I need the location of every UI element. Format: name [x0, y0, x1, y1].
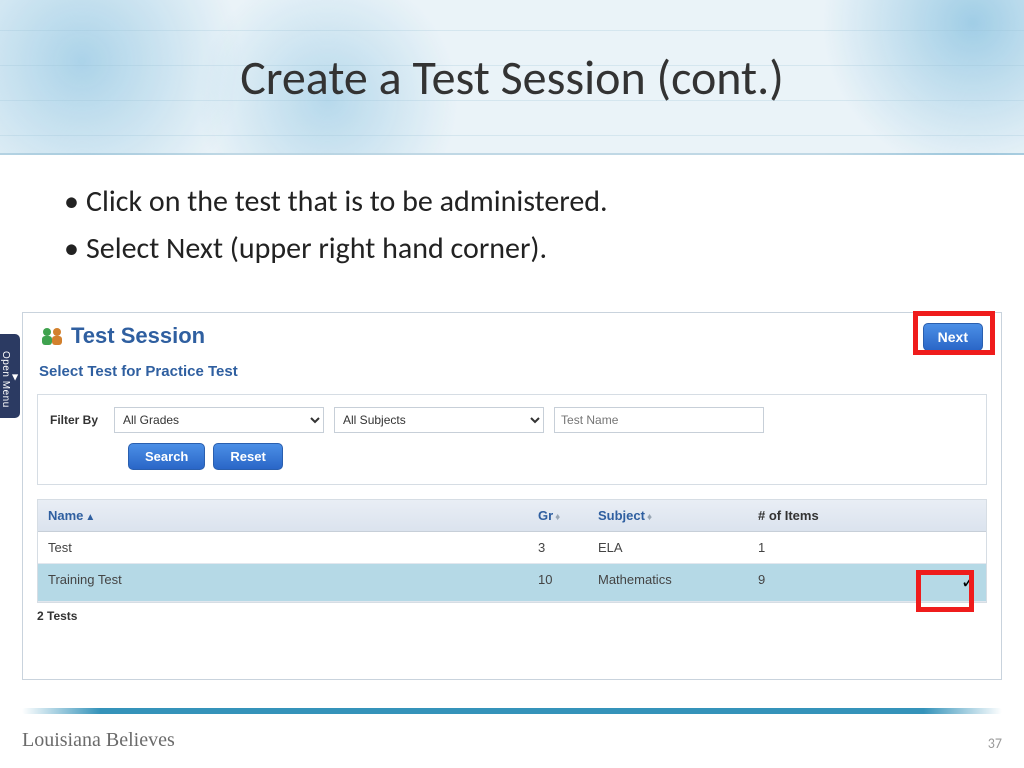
col-header-name[interactable]: Name▲ [38, 500, 528, 531]
next-highlight-box [913, 311, 995, 355]
check-highlight-box [916, 570, 974, 612]
reset-button[interactable]: Reset [213, 443, 282, 470]
table-row[interactable]: Training Test 10 Mathematics 9 ✓ [38, 564, 986, 602]
test-name-input[interactable] [554, 407, 764, 433]
bullet-list: Click on the test that is to be administ… [60, 183, 964, 267]
cell-gr: 3 [528, 532, 588, 563]
cell-name: Test [38, 532, 528, 563]
filter-by-label: Filter By [50, 413, 98, 427]
slide-header-bg: Create a Test Session (cont.) [0, 0, 1024, 155]
filter-panel: Filter By All Grades All Subjects Search… [37, 394, 987, 485]
filter-row: Filter By All Grades All Subjects [50, 407, 974, 433]
search-button[interactable]: Search [128, 443, 205, 470]
cell-gr: 10 [528, 564, 588, 601]
app-title: Test Session [71, 323, 205, 349]
col-header-blank [888, 500, 986, 531]
people-icon [39, 325, 65, 347]
brand-text: Louisiana Believes [22, 729, 175, 752]
col-header-items[interactable]: # of Items [748, 500, 888, 531]
app-subtitle: Select Test for Practice Test [39, 363, 985, 380]
cell-subject: Mathematics [588, 564, 748, 601]
sort-neutral-icon: ♦ [555, 512, 560, 523]
subjects-select[interactable]: All Subjects [334, 407, 544, 433]
grid-footer-count: 2 Tests [23, 603, 1001, 623]
filter-button-row: Search Reset [50, 443, 974, 470]
sort-neutral-icon: ♦ [647, 512, 652, 523]
grades-select[interactable]: All Grades [114, 407, 324, 433]
cell-name: Training Test [38, 564, 528, 601]
bullet-item: Click on the test that is to be administ… [60, 183, 964, 220]
cell-check [888, 532, 986, 563]
col-header-subject[interactable]: Subject♦ [588, 500, 748, 531]
slide-title: Create a Test Session (cont.) [0, 48, 1024, 107]
sort-asc-icon: ▲ [85, 512, 95, 523]
app-header: Test Session Select Test for Practice Te… [23, 313, 1001, 380]
page-number: 37 [988, 735, 1002, 752]
cell-subject: ELA [588, 532, 748, 563]
col-header-gr[interactable]: Gr♦ [528, 500, 588, 531]
table-row[interactable]: Test 3 ELA 1 [38, 532, 986, 564]
footer-divider [22, 708, 1002, 714]
grid-header: Name▲ Gr♦ Subject♦ # of Items [38, 500, 986, 532]
bullet-item: Select Next (upper right hand corner). [60, 230, 964, 267]
app-panel: Test Session Select Test for Practice Te… [22, 312, 1002, 680]
tests-grid: Name▲ Gr♦ Subject♦ # of Items Test 3 ELA… [37, 499, 987, 603]
open-menu-tab[interactable]: ▶ Open Menu [0, 334, 20, 418]
slide-body: Click on the test that is to be administ… [0, 155, 1024, 267]
cell-items: 1 [748, 532, 888, 563]
app-title-row: Test Session [39, 323, 985, 349]
cell-items: 9 [748, 564, 888, 601]
